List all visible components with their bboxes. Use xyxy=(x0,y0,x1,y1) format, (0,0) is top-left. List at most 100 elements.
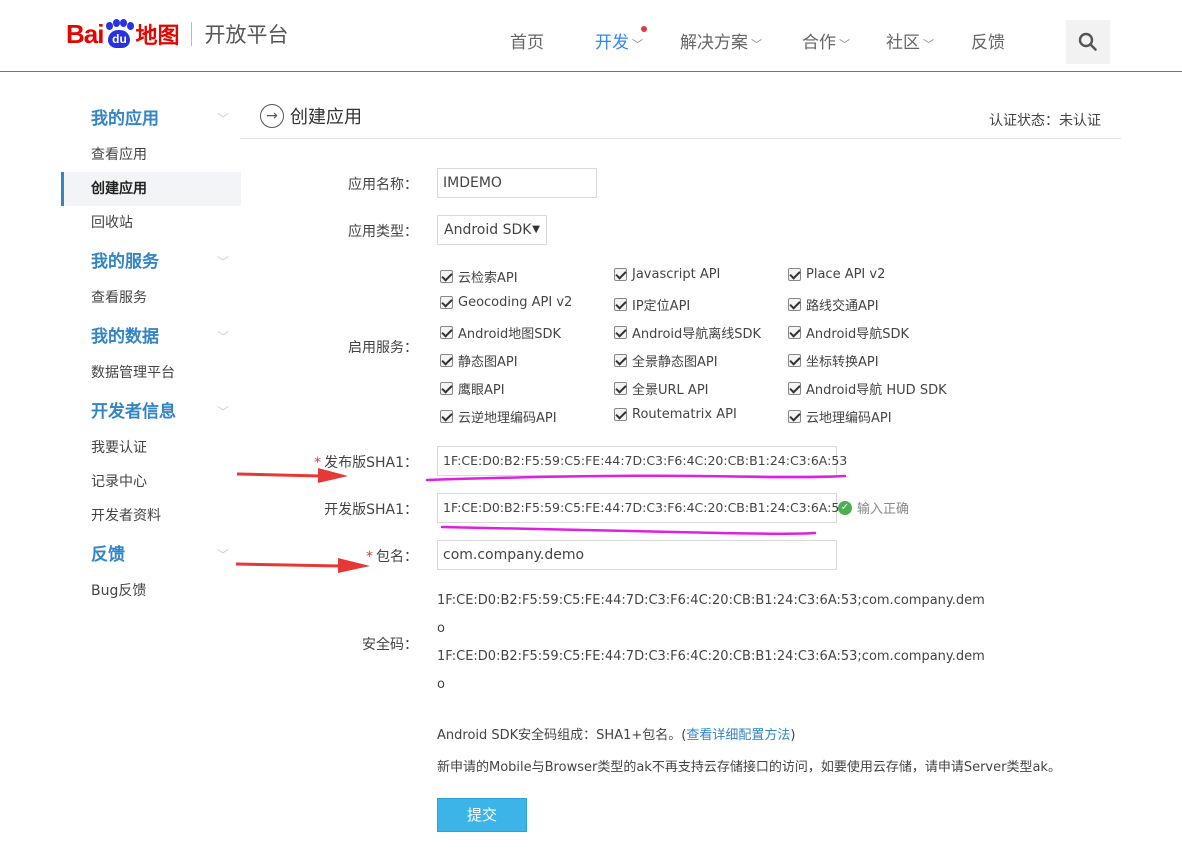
sidebar-group-title: 我的服务 xyxy=(91,252,159,272)
sidebar-group-developer-info[interactable]: 开发者信息 ﹀ xyxy=(61,393,241,431)
security-code-label: 安全码： xyxy=(362,637,418,653)
checkbox-checked[interactable] xyxy=(440,326,453,339)
sidebar-item-records[interactable]: 记录中心 xyxy=(61,465,241,499)
service-checkbox[interactable]: 坐标转换API xyxy=(788,351,879,370)
service-checkbox[interactable]: Android导航离线SDK xyxy=(614,323,761,342)
package-label: * 包名： xyxy=(298,546,418,566)
checkbox-checked[interactable] xyxy=(614,354,627,367)
release-sha1-input[interactable]: 1F:CE:D0:B2:F5:59:C5:FE:44:7D:C3:F6:4C:2… xyxy=(437,446,847,476)
sidebar-item-create-app[interactable]: 创建应用 xyxy=(61,172,241,206)
checkbox-checked[interactable] xyxy=(788,382,801,395)
nav-home[interactable]: 首页 xyxy=(510,28,544,53)
sidebar-group-title: 我的数据 xyxy=(91,327,159,347)
service-label: Android导航SDK xyxy=(806,327,910,342)
baidu-map-logo[interactable]: Bai du 地图 开放平台 xyxy=(66,14,288,54)
service-label: 全景URL API xyxy=(632,383,709,398)
service-checkbox[interactable]: Android导航 HUD SDK xyxy=(788,379,947,398)
sdk-note-suffix: ) xyxy=(790,728,796,743)
nav-solutions[interactable]: 解决方案 ﹀ xyxy=(680,28,762,53)
validation-ok: ✓ 输入正确 xyxy=(838,498,909,517)
chevron-down-icon: ﹀ xyxy=(216,112,229,126)
storage-note: 新申请的Mobile与Browser类型的ak不再支持云存储接口的访问，如要使用… xyxy=(437,760,1061,775)
app-type-value: Android SDK xyxy=(444,222,532,238)
checkbox-checked[interactable] xyxy=(614,298,627,311)
service-label: 坐标转换API xyxy=(806,355,879,370)
nav-cooperation-label: 合作 xyxy=(802,33,836,53)
checkbox-checked[interactable] xyxy=(788,326,801,339)
service-checkbox[interactable]: 静态图API xyxy=(440,351,518,370)
nav-community[interactable]: 社区 ﹀ xyxy=(886,28,934,53)
sidebar-group-feedback[interactable]: 反馈 ﹀ xyxy=(61,536,241,574)
checkbox-checked[interactable] xyxy=(788,268,801,281)
nav-community-label: 社区 xyxy=(886,33,920,53)
chevron-down-icon: ﹀ xyxy=(216,330,229,344)
service-checkbox[interactable]: 鹰眼API xyxy=(440,379,505,398)
sidebar-group-title: 开发者信息 xyxy=(91,402,176,422)
service-checkbox[interactable]: 云检索API xyxy=(440,267,518,286)
service-label: IP定位API xyxy=(632,299,691,314)
sidebar-group-my-data[interactable]: 我的数据 ﹀ xyxy=(61,318,241,356)
service-checkbox[interactable]: 云逆地理编码API xyxy=(440,407,557,426)
service-checkbox[interactable]: IP定位API xyxy=(614,295,690,314)
chevron-down-icon: ﹀ xyxy=(216,405,229,419)
app-name-input[interactable]: IMDEMO xyxy=(437,168,597,198)
service-checkbox[interactable]: 全景静态图API xyxy=(614,351,718,370)
search-button[interactable] xyxy=(1066,20,1110,64)
validation-ok-text: 输入正确 xyxy=(857,502,910,517)
search-icon xyxy=(1078,32,1097,51)
dev-sha1-input[interactable]: 1F:CE:D0:B2:F5:59:C5:FE:44:7D:C3:F6:4C:2… xyxy=(437,493,847,523)
service-label: 云地理编码API xyxy=(806,411,892,426)
service-checkbox[interactable]: 云地理编码API xyxy=(788,407,892,426)
nav-develop[interactable]: 开发 ﹀ xyxy=(595,26,647,53)
checkbox-checked[interactable] xyxy=(788,298,801,311)
config-method-link[interactable]: 查看详细配置方法 xyxy=(686,728,790,743)
page-title-text: 创建应用 xyxy=(290,107,362,128)
checkbox-checked[interactable] xyxy=(440,354,453,367)
service-checkbox[interactable]: Geocoding API v2 xyxy=(440,295,572,310)
checkbox-checked[interactable] xyxy=(440,296,453,309)
app-type-select[interactable]: Android SDK ▼ xyxy=(437,215,547,245)
app-type-label: 应用类型： xyxy=(348,224,418,240)
logo-subtitle: 开放平台 xyxy=(204,23,289,47)
service-checkbox[interactable]: 路线交通API xyxy=(788,295,879,314)
logo-bai-text: Bai xyxy=(66,18,104,49)
checkbox-checked[interactable] xyxy=(440,382,453,395)
sidebar-group-my-apps[interactable]: 我的应用 ﹀ xyxy=(61,100,241,138)
service-label: Geocoding API v2 xyxy=(458,295,573,310)
chevron-down-icon: ﹀ xyxy=(923,38,934,51)
checkbox-checked[interactable] xyxy=(788,354,801,367)
top-header: Bai du 地图 开放平台 首页 开发 ﹀ 解决方案 ﹀ 合作 ﹀ 社区 ﹀ 反馈 xyxy=(0,0,1182,72)
checkbox-checked[interactable] xyxy=(440,410,453,423)
checkbox-checked[interactable] xyxy=(788,410,801,423)
nav-feedback[interactable]: 反馈 xyxy=(971,28,1005,53)
sidebar-item-certify[interactable]: 我要认证 xyxy=(61,431,241,465)
sidebar-item-data-platform[interactable]: 数据管理平台 xyxy=(61,356,241,390)
service-checkbox[interactable]: Place API v2 xyxy=(788,267,885,282)
checkbox-checked[interactable] xyxy=(614,268,627,281)
sidebar-group-my-services[interactable]: 我的服务 ﹀ xyxy=(61,243,241,281)
security-code-line: 1F:CE:D0:B2:F5:59:C5:FE:44:7D:C3:F6:4C:2… xyxy=(437,649,985,664)
app-name-label: 应用名称： xyxy=(348,177,418,193)
service-checkbox[interactable]: Android导航SDK xyxy=(788,323,909,342)
checkbox-checked[interactable] xyxy=(614,326,627,339)
nav-cooperation[interactable]: 合作 ﹀ xyxy=(802,28,850,53)
sidebar-item-recycle-bin[interactable]: 回收站 xyxy=(61,206,241,240)
sidebar-item-view-apps[interactable]: 查看应用 xyxy=(61,138,241,172)
sidebar-item-dev-profile[interactable]: 开发者资料 xyxy=(61,499,241,533)
logo-du-text: du xyxy=(108,30,131,48)
sidebar: 我的应用 ﹀ 查看应用 创建应用 回收站 我的服务 ﹀ 查看服务 我的数据 ﹀ 数据管… xyxy=(61,100,241,608)
service-checkbox[interactable]: 全景URL API xyxy=(614,379,709,398)
package-input[interactable]: com.company.demo xyxy=(437,540,837,570)
service-label: Android导航 HUD SDK xyxy=(806,383,947,398)
services-label: 启用服务： xyxy=(348,340,418,356)
checkbox-checked[interactable] xyxy=(614,382,627,395)
sidebar-item-bug-feedback[interactable]: Bug反馈 xyxy=(61,574,241,608)
sidebar-item-view-services[interactable]: 查看服务 xyxy=(61,281,241,315)
submit-button[interactable]: 提交 xyxy=(437,798,527,832)
checkbox-checked[interactable] xyxy=(440,270,453,283)
checkbox-checked[interactable] xyxy=(614,408,627,421)
service-label: Routematrix API xyxy=(632,407,737,422)
service-checkbox[interactable]: Android地图SDK xyxy=(440,323,561,342)
service-checkbox[interactable]: Routematrix API xyxy=(614,407,737,422)
service-checkbox[interactable]: Javascript API xyxy=(614,267,720,282)
